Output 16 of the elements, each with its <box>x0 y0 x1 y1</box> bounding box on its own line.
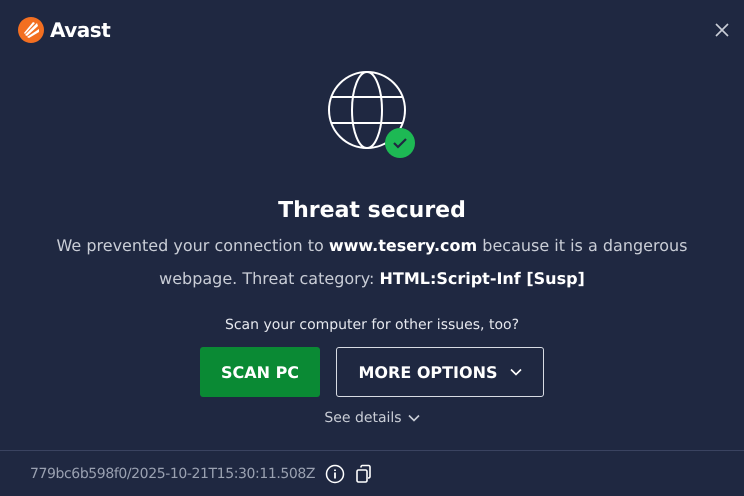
see-details-link[interactable]: See details <box>318 409 426 427</box>
info-glyph-icon <box>325 464 346 484</box>
scan-prompt: Scan your computer for other issues, too? <box>224 317 520 333</box>
close-icon <box>714 22 730 38</box>
scan-button[interactable]: SCAN PC <box>200 347 320 397</box>
brand-name: Avast <box>50 18 110 42</box>
info-button[interactable] <box>325 464 346 484</box>
copy-glyph-icon <box>355 464 374 484</box>
chevron-down-icon <box>408 414 420 422</box>
more-options-button[interactable]: MORE OPTIONS <box>336 347 544 397</box>
chevron-down-icon <box>510 368 522 376</box>
threat-title: Threat secured <box>278 198 466 223</box>
copy-button[interactable] <box>355 464 374 484</box>
threat-message: We prevented your connection to www.tesery.com because it is a dangerous webpage. Threat category: HTML:Script-Inf [Susp] <box>56 235 688 290</box>
event-id: 779bc6b598f0/2025-10-21T15:30:11.508Z <box>30 466 316 482</box>
logo-icon <box>18 17 44 43</box>
